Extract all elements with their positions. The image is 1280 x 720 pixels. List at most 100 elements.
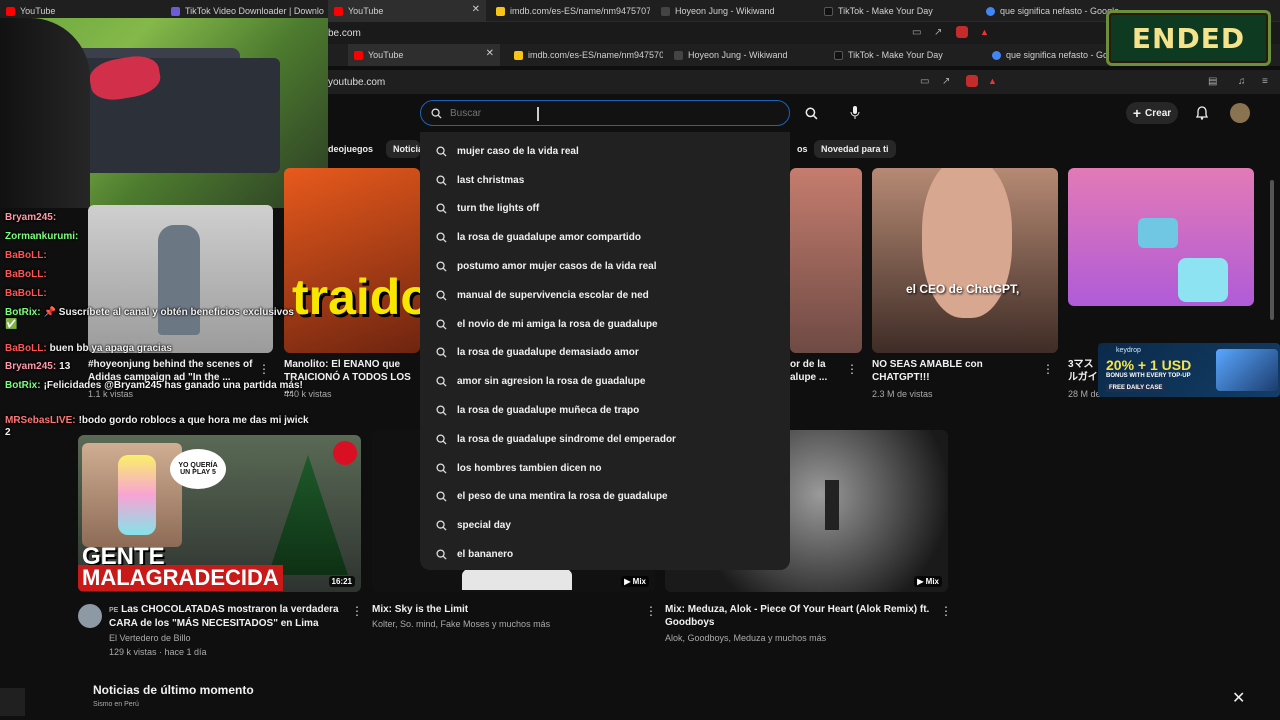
video-title[interactable]: Mix: Meduza, Alok - Piece Of Your Heart … xyxy=(665,603,935,629)
search-suggestion-item[interactable]: special day xyxy=(420,511,790,540)
outer-tab[interactable]: Hoyeon Jung - Wikiwand xyxy=(655,0,815,22)
chat-username: BotRix: xyxy=(5,380,41,391)
chip-partial[interactable]: os xyxy=(790,140,815,158)
music-icon[interactable]: ♫ xyxy=(1238,76,1246,87)
more-options-icon[interactable]: ⋮ xyxy=(940,604,952,618)
chat-username: BaBoLL: xyxy=(5,343,47,354)
webcam-chair xyxy=(0,18,90,208)
close-tab-icon[interactable]: ✕ xyxy=(486,48,494,59)
outer-tab[interactable]: que significa nefasto - Google xyxy=(980,0,1120,22)
chat-message: Zormankurumi: xyxy=(5,231,81,243)
more-options-icon[interactable]: ⋮ xyxy=(258,362,270,376)
ended-badge-label: ENDED xyxy=(1131,21,1246,55)
keydrop-sub: BONUS WITH EVERY TOP-UP xyxy=(1106,373,1191,379)
search-suggestion-text: special day xyxy=(457,520,511,532)
search-box[interactable] xyxy=(420,100,790,126)
video-title[interactable]: Las CHOCOLATADAS mostraron la verdadera … xyxy=(109,604,339,629)
chat-message: Bryam245: xyxy=(5,212,59,224)
menu-icon[interactable]: ≡ xyxy=(1262,76,1268,87)
outer-tab-active[interactable]: YouTube ✕ xyxy=(328,0,486,22)
search-suggestion-item[interactable]: los hombres tambien dicen no xyxy=(420,454,790,483)
share-icon[interactable]: ↗ xyxy=(942,76,950,87)
search-suggestion-item[interactable]: el peso de una mentira la rosa de guadal… xyxy=(420,483,790,512)
close-tab-icon[interactable]: ✕ xyxy=(472,4,480,15)
keydrop-brand: keydrop xyxy=(1116,347,1141,354)
more-options-icon[interactable]: ⋮ xyxy=(846,362,858,376)
search-suggestion-item[interactable]: el novio de mi amiga la rosa de guadalup… xyxy=(420,310,790,339)
search-suggestion-item[interactable]: la rosa de guadalupe sindrome del empera… xyxy=(420,425,790,454)
search-suggestion-text: postumo amor mujer casos de la vida real xyxy=(457,261,657,273)
thumbnail-text: traido xyxy=(292,269,420,325)
channel-avatar[interactable] xyxy=(78,604,102,628)
more-options-icon[interactable]: ⋮ xyxy=(1042,362,1054,376)
video-thumbnail[interactable] xyxy=(790,168,862,353)
search-suggestion-item[interactable]: last christmas xyxy=(420,166,790,195)
video-title[interactable]: 3マス ルガイ xyxy=(1068,358,1098,384)
inner-tab[interactable]: TikTok - Make Your Day xyxy=(828,44,978,66)
notifications-button[interactable] xyxy=(1192,103,1212,123)
search-suggestion-item[interactable]: la rosa de guadalupe muñeca de trapo xyxy=(420,396,790,425)
search-icon xyxy=(436,434,447,445)
search-suggestion-text: la rosa de guadalupe demasiado amor xyxy=(457,347,639,359)
video-title[interactable]: NO SEAS AMABLE con CHATGPT!!! xyxy=(872,358,1032,384)
chip-label: Novedad para ti xyxy=(821,144,889,154)
brave-rewards-icon[interactable]: ▲ xyxy=(980,27,989,37)
video-thumbnail[interactable] xyxy=(1068,168,1254,306)
share-icon[interactable]: ↗ xyxy=(934,27,942,38)
outer-tab[interactable]: TikTok - Make Your Day xyxy=(818,0,978,22)
search-suggestion-item[interactable]: amor sin agresion la rosa de guadalupe xyxy=(420,367,790,396)
scrollbar[interactable] xyxy=(1270,180,1274,320)
mix-badge-label: Mix xyxy=(632,577,646,586)
brave-shield-icon[interactable] xyxy=(956,26,968,38)
more-options-icon[interactable]: ⋮ xyxy=(351,604,363,618)
chip-novedad[interactable]: Novedad para ti xyxy=(814,140,896,158)
outer-tab[interactable]: imdb.com/es-ES/name/nm9475707/ xyxy=(490,0,650,22)
search-suggestion-item[interactable]: la rosa de guadalupe amor compartido xyxy=(420,223,790,252)
chip-noticias[interactable]: Noticia xyxy=(386,140,420,158)
youtube-favicon-icon xyxy=(354,50,363,60)
search-icon xyxy=(436,549,447,560)
google-favicon-icon xyxy=(986,6,995,16)
chip-videojuegos[interactable]: deojuegos xyxy=(328,140,380,158)
inner-address-bar[interactable]: youtube.com ▭ ↗ ▲ ▤ ♫ ≡ xyxy=(328,70,1280,94)
voice-search-button[interactable] xyxy=(844,102,866,124)
search-suggestion-text: mujer caso de la vida real xyxy=(457,145,579,157)
search-suggestion-item[interactable]: turn the lights off xyxy=(420,195,790,224)
video-channel[interactable]: Kolter, So. mind, Fake Moses y muchos má… xyxy=(372,618,550,631)
cast-icon[interactable]: ▭ xyxy=(912,27,921,38)
brave-rewards-icon[interactable]: ▲ xyxy=(988,76,997,86)
video-channel[interactable]: Alok, Goodboys, Meduza y muchos más xyxy=(665,632,826,645)
video-title[interactable]: or de la alupe ... xyxy=(790,358,840,384)
cast-icon[interactable]: ▭ xyxy=(920,76,929,87)
video-thumbnail[interactable]: YO QUERÍA UN PLAY 5 GENTE MALAGRADECIDA … xyxy=(78,435,361,592)
close-icon[interactable]: ✕ xyxy=(1232,688,1245,708)
sidebar-icon[interactable]: ▤ xyxy=(1208,76,1217,87)
search-suggestion-item[interactable]: postumo amor mujer casos de la vida real xyxy=(420,252,790,281)
more-options-icon[interactable]: ⋮ xyxy=(645,604,657,618)
video-thumbnail[interactable]: el CEO de ChatGPT, xyxy=(872,168,1058,353)
tab-label: Hoyeon Jung - Wikiwand xyxy=(675,6,775,16)
thumbnail-christmas-tree xyxy=(268,455,348,575)
search-suggestion-item[interactable]: mujer caso de la vida real xyxy=(420,137,790,166)
video-title[interactable]: Mix: Sky is the Limit xyxy=(372,603,632,616)
keydrop-ad[interactable]: keydrop 20% + 1 USD BONUS WITH EVERY TOP… xyxy=(1098,343,1280,397)
create-button[interactable]: + Crear xyxy=(1126,102,1178,124)
search-icon xyxy=(436,290,447,301)
youtube-favicon-icon xyxy=(6,6,15,16)
inner-tab[interactable]: imdb.com/es-ES/name/nm9475707/ xyxy=(508,44,663,66)
tiktok-favicon-icon xyxy=(834,50,843,60)
search-icon xyxy=(436,175,447,186)
inner-tab-active[interactable]: YouTube ✕ xyxy=(348,44,500,66)
search-suggestion-item[interactable]: el bananero xyxy=(420,540,790,569)
inner-tab[interactable]: Hoyeon Jung - Wikiwand xyxy=(668,44,818,66)
peru-flag-icon xyxy=(333,441,357,465)
search-button[interactable] xyxy=(800,102,822,124)
search-suggestion-item[interactable]: manual de supervivencia escolar de ned xyxy=(420,281,790,310)
video-channel[interactable]: El Vertedero de Billo xyxy=(109,632,191,645)
search-input[interactable] xyxy=(450,107,750,119)
avatar[interactable] xyxy=(1230,103,1250,123)
brave-shield-icon[interactable] xyxy=(966,75,978,87)
video-thumbnail[interactable]: traido xyxy=(284,168,420,353)
chat-username: MRSebasLIVE: xyxy=(5,415,76,426)
search-suggestion-item[interactable]: la rosa de guadalupe demasiado amor xyxy=(420,339,790,368)
